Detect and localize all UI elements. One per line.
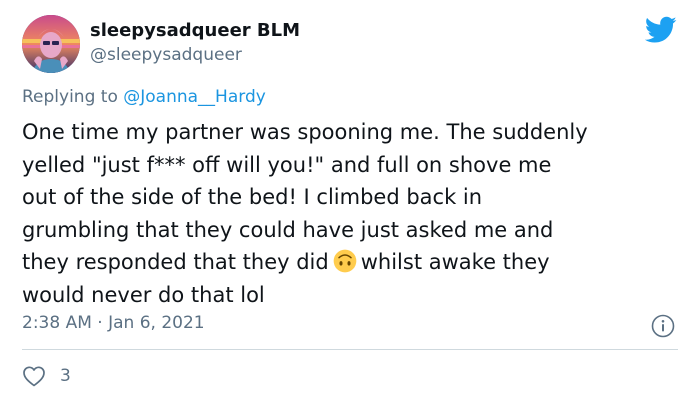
user-handle[interactable]: @sleepysadqueer bbox=[90, 45, 242, 65]
reply-prefix: Replying to bbox=[22, 87, 124, 107]
reply-mention-link[interactable]: @Joanna__Hardy bbox=[123, 87, 266, 107]
heart-icon bbox=[23, 366, 45, 387]
like-count: 3 bbox=[60, 366, 71, 386]
avatar-illustration bbox=[22, 15, 80, 73]
like-button[interactable]: 3 bbox=[22, 365, 71, 387]
upside-down-face-emoji-icon bbox=[333, 249, 357, 273]
twitter-bird-icon[interactable] bbox=[645, 16, 677, 44]
info-icon[interactable] bbox=[651, 314, 675, 338]
tweet-text: One time my partner was spooning me. The… bbox=[22, 116, 682, 311]
reply-context: Replying to @Joanna__Hardy bbox=[22, 87, 266, 107]
avatar[interactable] bbox=[22, 15, 80, 73]
divider bbox=[22, 349, 678, 350]
display-name[interactable]: sleepysadqueer BLM bbox=[90, 20, 300, 41]
tweet-card: sleepysadqueer BLM @sleepysadqueer Reply… bbox=[0, 0, 700, 403]
tweet-timestamp[interactable]: 2:38 AM · Jan 6, 2021 bbox=[22, 313, 205, 333]
